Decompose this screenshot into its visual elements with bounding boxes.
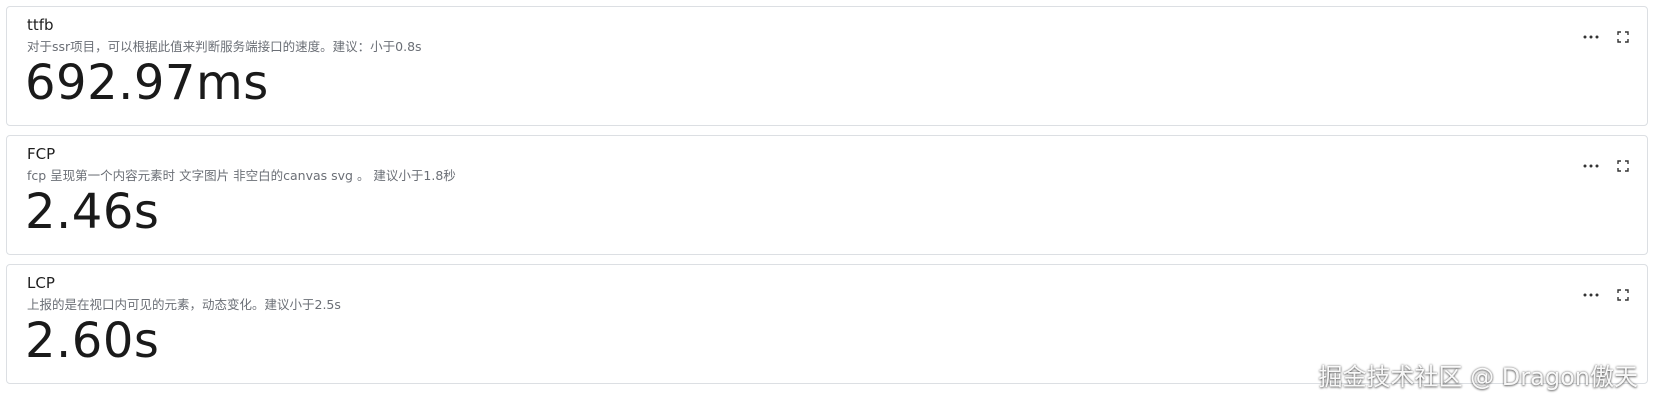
panel-title: FCP — [27, 145, 56, 163]
panel-value: 2.46s — [25, 184, 160, 240]
more-horizontal-icon[interactable] — [1581, 156, 1601, 176]
panel-value: 2.60s — [25, 313, 160, 369]
panel-title: ttfb — [27, 16, 54, 34]
stat-panel-ttfb: ttfb 对于ssr项目，可以根据此值来判断服务端接口的速度。建议：小于0.8s… — [6, 6, 1648, 126]
panel-actions — [1581, 285, 1633, 305]
panel-description: 上报的是在视口内可见的元素，动态变化。建议小于2.5s — [27, 297, 341, 312]
panel-value: 692.97ms — [25, 55, 269, 111]
more-horizontal-icon[interactable] — [1581, 285, 1601, 305]
watermark: 掘金技术社区 @ Dragon傲天 — [1318, 363, 1638, 391]
more-horizontal-icon[interactable] — [1581, 27, 1601, 47]
panel-description: 对于ssr项目，可以根据此值来判断服务端接口的速度。建议：小于0.8s — [27, 39, 422, 54]
panel-description: fcp 呈现第一个内容元素时 文字图片 非空白的canvas svg 。 建议小… — [27, 168, 456, 183]
fullscreen-icon[interactable] — [1613, 156, 1633, 176]
fullscreen-icon[interactable] — [1613, 285, 1633, 305]
stat-panel-fcp: FCP fcp 呈现第一个内容元素时 文字图片 非空白的canvas svg 。… — [6, 135, 1648, 255]
fullscreen-icon[interactable] — [1613, 27, 1633, 47]
dashboard-stage: ttfb 对于ssr项目，可以根据此值来判断服务端接口的速度。建议：小于0.8s… — [0, 0, 1654, 404]
panel-actions — [1581, 27, 1633, 47]
panel-actions — [1581, 156, 1633, 176]
panel-title: LCP — [27, 274, 55, 292]
